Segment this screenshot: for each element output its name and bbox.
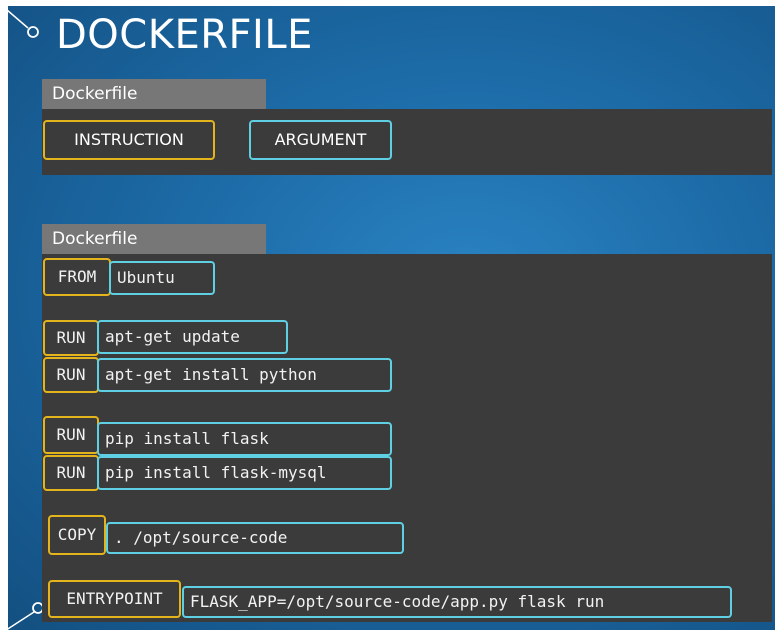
instruction-from: FROM [43,258,111,296]
file-tab: Dockerfile [42,224,266,254]
argument-run-3: pip install flask [97,422,392,456]
instruction-run-2: RUN [43,357,99,393]
instruction-run-1: RUN [43,320,99,356]
frame-bottom [0,630,778,634]
page-title: DOCKERFILE [56,12,313,58]
legend-tab: Dockerfile [42,79,266,109]
dockerfile-panel: FROM Ubuntu RUN apt-get update RUN apt-g… [42,254,772,622]
instruction-entrypoint: ENTRYPOINT [48,580,181,618]
legend-panel: INSTRUCTION ARGUMENT [42,109,772,175]
instruction-run-3: RUN [43,416,99,454]
instruction-copy: COPY [48,515,106,555]
argument-copy: . /opt/source-code [106,522,404,554]
argument-run-4: pip install flask-mysql [97,456,392,490]
corner-circle-icon [0,3,39,38]
instruction-legend: INSTRUCTION [43,120,215,160]
argument-legend: ARGUMENT [249,120,392,160]
argument-run-1: apt-get update [97,320,288,354]
frame-left [0,0,8,634]
argument-run-2: apt-get install python [97,358,392,392]
frame-top [0,0,778,6]
argument-entrypoint: FLASK_APP=/opt/source-code/app.py flask … [182,586,732,618]
argument-from: Ubuntu [109,261,215,295]
instruction-run-4: RUN [43,455,99,491]
